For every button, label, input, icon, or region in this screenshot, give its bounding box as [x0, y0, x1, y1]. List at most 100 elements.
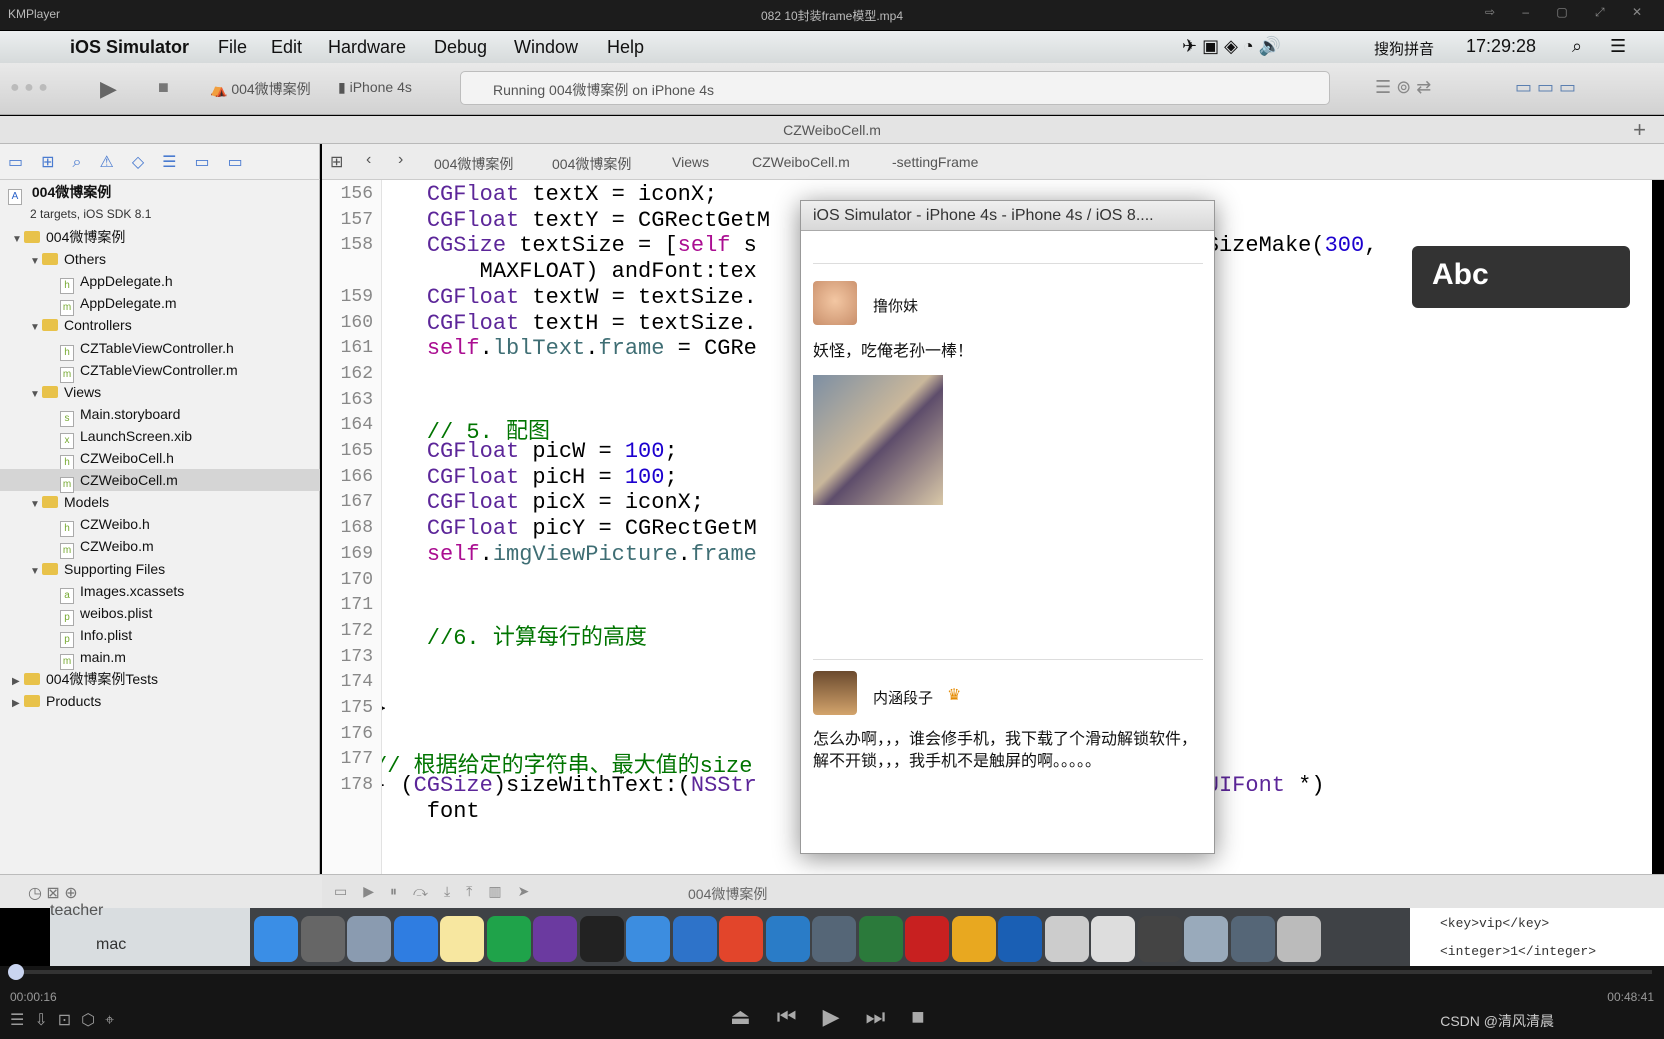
project-root[interactable]: A 004微博案例 2 targets, iOS SDK 8.1 [8, 184, 151, 221]
dock-app-icon[interactable] [579, 916, 624, 962]
jump-group[interactable]: 004微博案例 [552, 154, 631, 174]
file-row[interactable]: s Main.storyboard [0, 403, 320, 427]
playback-buttons[interactable]: ⏏⏮▶⏭■ [730, 1004, 951, 1030]
file-title[interactable]: CZWeiboCell.m [783, 122, 881, 138]
spotlight-icon[interactable]: ⌕ [1572, 36, 1582, 57]
folder-row[interactable]: ▼ Others [0, 248, 320, 270]
file-row[interactable]: m AppDelegate.m [0, 292, 320, 317]
sidebar-item-mac[interactable]: mac [96, 936, 126, 954]
scheme-selector[interactable]: ⛺ 004微博案例 [210, 79, 311, 99]
seek-bar[interactable] [12, 970, 1652, 974]
file-row[interactable]: m CZWeiboCell.m [0, 469, 320, 494]
file-row[interactable]: x LaunchScreen.xib [0, 425, 320, 449]
disclosure-closed-icon[interactable]: ▶ [12, 693, 24, 715]
file-row[interactable]: m main.m [0, 646, 320, 670]
dock-app-icon[interactable] [998, 916, 1042, 962]
dock-app-icon[interactable] [719, 916, 763, 962]
dock-app-icon[interactable] [812, 916, 856, 962]
player-tool-icons[interactable]: ☰⇩⊡⬡⌖ [10, 1010, 124, 1030]
code-line[interactable]: //6. 计算每行的高度 [382, 619, 647, 651]
code-line[interactable]: CGFloat picW = 100; [382, 439, 678, 464]
jump-views[interactable]: Views [672, 154, 709, 170]
dock-app-icon[interactable] [486, 916, 531, 962]
menu-hardware[interactable]: Hardware [328, 37, 406, 58]
dock-app-icon[interactable] [1184, 916, 1228, 962]
view-toggle-icons[interactable]: ▭ ▭ ▭ [1515, 77, 1576, 98]
code-line[interactable]: CGFloat textX = iconX; [382, 182, 717, 207]
menu-file[interactable]: File [218, 37, 247, 58]
jump-file[interactable]: CZWeiboCell.m [752, 154, 850, 170]
simulator-title[interactable]: iOS Simulator - iPhone 4s - iPhone 4s / … [801, 201, 1214, 231]
dock-app-icon[interactable] [905, 916, 949, 962]
dock-app-icon[interactable] [300, 916, 345, 962]
dock-app-icon[interactable] [533, 916, 577, 962]
folder-row[interactable]: ▶ 004微博案例Tests [0, 668, 320, 690]
dock-app-icon[interactable] [1230, 916, 1275, 962]
code-line[interactable]: CGFloat textW = textSize. [382, 285, 757, 310]
dock-app-icon[interactable] [765, 916, 810, 962]
file-row[interactable]: a Images.xcassets [0, 580, 320, 604]
add-tab-icon[interactable]: + [1633, 116, 1646, 144]
navigator-tab-icons[interactable]: ▭⊞⌕⚠◇☰▭▭ [8, 152, 261, 172]
dock-app-icon[interactable] [672, 916, 717, 962]
plist-editor-preview: <key>vip</key> <integer>1</integer> [1410, 908, 1664, 966]
dock-app-icon[interactable] [951, 916, 996, 962]
folder-row[interactable]: ▼ Supporting Files [0, 558, 320, 580]
back-icon[interactable]: ‹ [366, 151, 371, 169]
related-items-icon[interactable]: ⊞ [330, 152, 343, 172]
forward-icon[interactable]: › [398, 151, 403, 169]
code-line[interactable]: MAXFLOAT) andFont:tex [382, 259, 757, 284]
seek-handle[interactable] [8, 964, 24, 980]
menu-help[interactable]: Help [607, 37, 644, 58]
menu-clock[interactable]: 17:29:28 [1466, 36, 1536, 57]
file-row[interactable]: p weibos.plist [0, 602, 320, 626]
menu-edit[interactable]: Edit [271, 37, 302, 58]
filter-icons[interactable]: ◷ ⊠ ⊕ [28, 883, 78, 903]
folder-row[interactable]: ▼ Controllers [0, 314, 320, 336]
dock-app-icon[interactable] [858, 916, 903, 962]
file-row[interactable]: h AppDelegate.h [0, 270, 320, 295]
menu-window[interactable]: Window [514, 37, 578, 58]
dock-app-icon[interactable] [1044, 916, 1089, 962]
sidebar-item-teacher[interactable]: teacher [50, 902, 103, 920]
notification-center-icon[interactable]: ☰ [1610, 36, 1626, 57]
menu-debug[interactable]: Debug [434, 37, 487, 58]
code-line[interactable]: } [382, 696, 387, 721]
folder-row[interactable]: ▼ Models [0, 491, 320, 513]
file-row[interactable]: p Info.plist [0, 624, 320, 648]
jump-method[interactable]: -settingFrame [892, 154, 978, 170]
device-selector[interactable]: ▮ iPhone 4s [338, 79, 412, 96]
dock-app-icon[interactable] [626, 916, 670, 962]
file-row[interactable]: h CZTableViewController.h [0, 337, 320, 361]
status-icons[interactable]: ✈ ▣ ◈ ◔ 🔊 [1182, 36, 1281, 57]
file-row[interactable]: h CZWeiboCell.h [0, 447, 320, 471]
menu-app-name[interactable]: iOS Simulator [70, 37, 189, 58]
file-row[interactable]: m CZTableViewController.m [0, 359, 320, 383]
dock-app-icon[interactable] [347, 916, 391, 962]
traffic-lights[interactable]: ● ● ● [10, 79, 48, 97]
editor-mode-icons[interactable]: ☰ ⊚ ⇄ [1375, 77, 1431, 98]
code-line[interactable]: CGFloat picH = 100; [382, 465, 678, 490]
stop-icon[interactable]: ■ [158, 77, 169, 98]
run-icon[interactable]: ▶ [100, 76, 117, 102]
input-method[interactable]: 搜狗拼音 [1374, 38, 1434, 59]
dock-app-icon[interactable] [1277, 916, 1321, 962]
folder-row[interactable]: ▼ Views [0, 381, 320, 403]
code-line[interactable]: CGFloat picX = iconX; [382, 490, 704, 515]
dock-app-icon[interactable] [440, 916, 484, 962]
folder-row[interactable]: ▶ Products [0, 690, 320, 712]
code-line[interactable]: font [382, 799, 480, 824]
ios-simulator-window[interactable]: iOS Simulator - iPhone 4s - iPhone 4s / … [800, 200, 1215, 854]
file-row[interactable]: h CZWeibo.h [0, 513, 320, 538]
debug-controls[interactable]: ▭▶⏸⤼⤓⤒▥➤ [334, 883, 545, 900]
folder-row[interactable]: ▼ 004微博案例 [0, 226, 320, 248]
dock-app-icon[interactable] [1137, 916, 1182, 962]
dock-app-icon[interactable] [254, 916, 298, 962]
jump-project[interactable]: 004微博案例 [434, 154, 513, 174]
window-controls[interactable]: ⇨ – ▢ ⤢ ✕ [1485, 5, 1654, 20]
tree-item-label: 004微博案例Tests [46, 671, 159, 687]
dock-app-icon[interactable] [393, 916, 438, 962]
code-line[interactable]: CGFloat textH = textSize. [382, 311, 757, 336]
file-row[interactable]: m CZWeibo.m [0, 535, 320, 560]
dock-app-icon[interactable] [1091, 916, 1135, 962]
